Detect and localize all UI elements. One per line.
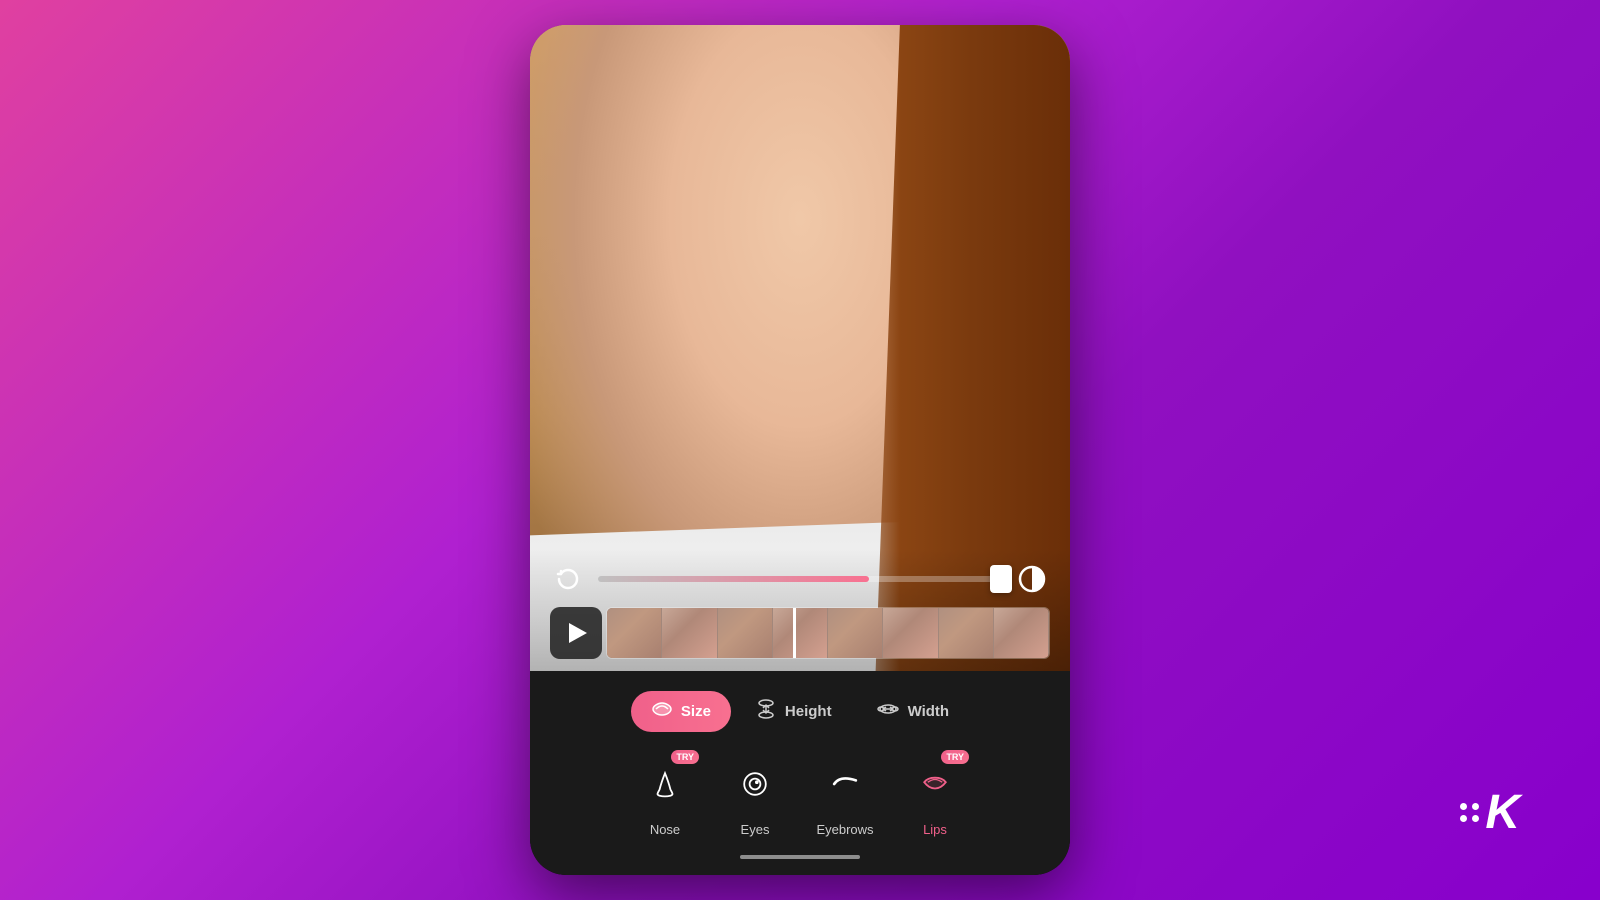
eyes-label: Eyes — [741, 822, 770, 837]
lips-icon-wrap: Try — [905, 754, 965, 814]
feature-eyes[interactable]: Eyes — [725, 754, 785, 837]
tabs-row: Size Height — [530, 689, 1070, 734]
undo-button[interactable] — [550, 561, 586, 597]
eyes-icon-wrap — [725, 754, 785, 814]
kidoz-k-letter: K — [1485, 785, 1520, 840]
tab-height[interactable]: Height — [735, 689, 852, 734]
eyebrows-icon-wrap — [815, 754, 875, 814]
slider-thumb[interactable] — [990, 565, 1012, 593]
home-indicator — [530, 847, 1070, 863]
kidoz-dot-row-top — [1460, 803, 1479, 810]
film-frame — [828, 608, 883, 658]
film-frame — [607, 608, 662, 658]
bottom-panel: Size Height — [530, 671, 1070, 875]
lips-feature-icon — [917, 766, 953, 802]
kidoz-dot — [1460, 815, 1467, 822]
filmstrip-playhead — [793, 608, 796, 658]
kidoz-logo: K — [1460, 785, 1520, 840]
filmstrip-row — [550, 607, 1050, 659]
nose-icon — [647, 766, 683, 802]
lips-try-badge: Try — [941, 750, 969, 764]
nose-label: Nose — [650, 822, 680, 837]
film-frame — [939, 608, 994, 658]
tab-width-label: Width — [908, 703, 950, 720]
video-area — [530, 25, 1070, 671]
slider-fill — [598, 576, 869, 582]
height-icon — [755, 699, 777, 724]
kidoz-dot — [1460, 803, 1467, 810]
lips-icon — [651, 701, 673, 722]
feature-eyebrows[interactable]: Eyebrows — [815, 754, 875, 837]
tab-width[interactable]: Width — [856, 689, 970, 734]
features-row: Try Nose Eyes — [530, 754, 1070, 847]
width-icon — [876, 699, 900, 724]
slider-row — [550, 561, 1050, 597]
controls-overlay — [530, 549, 1070, 671]
compare-button[interactable] — [1014, 561, 1050, 597]
tab-height-label: Height — [785, 703, 832, 720]
kidoz-dot — [1472, 815, 1479, 822]
film-frame — [883, 608, 938, 658]
feature-nose[interactable]: Try Nose — [635, 754, 695, 837]
tab-size[interactable]: Size — [631, 691, 731, 732]
nose-icon-wrap: Try — [635, 754, 695, 814]
filmstrip[interactable] — [606, 607, 1050, 659]
kidoz-dots — [1460, 803, 1479, 822]
phone-container: Size Height — [530, 25, 1070, 875]
home-bar — [740, 855, 860, 859]
eyebrows-label: Eyebrows — [816, 822, 873, 837]
kidoz-dot — [1472, 803, 1479, 810]
kidoz-dot-row-bottom — [1460, 815, 1479, 822]
play-icon — [569, 623, 587, 643]
film-frame — [994, 608, 1049, 658]
lips-label: Lips — [923, 822, 947, 837]
eyebrows-icon — [827, 766, 863, 802]
play-button[interactable] — [550, 607, 602, 659]
nose-try-badge: Try — [671, 750, 699, 764]
feature-lips[interactable]: Try Lips — [905, 754, 965, 837]
tab-size-label: Size — [681, 703, 711, 720]
eyes-icon — [737, 766, 773, 802]
film-frame — [662, 608, 717, 658]
film-frame — [718, 608, 773, 658]
effect-slider[interactable] — [598, 576, 1002, 582]
film-frame — [773, 608, 828, 658]
